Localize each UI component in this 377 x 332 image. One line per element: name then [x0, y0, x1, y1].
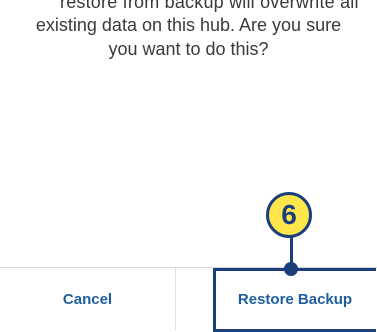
- cancel-button[interactable]: Cancel: [0, 268, 175, 330]
- callout-highlight-box: [213, 268, 376, 332]
- dialog-message-cutoff: restore from backup will overwrite all: [60, 0, 359, 12]
- dialog-message: existing data on this hub. Are you sure …: [35, 15, 342, 59]
- button-separator: [175, 268, 176, 330]
- confirm-restore-dialog: restore from backup will overwrite all e…: [0, 0, 377, 332]
- callout-number-badge: 6: [266, 192, 312, 238]
- callout-pointer-dot: [284, 262, 298, 276]
